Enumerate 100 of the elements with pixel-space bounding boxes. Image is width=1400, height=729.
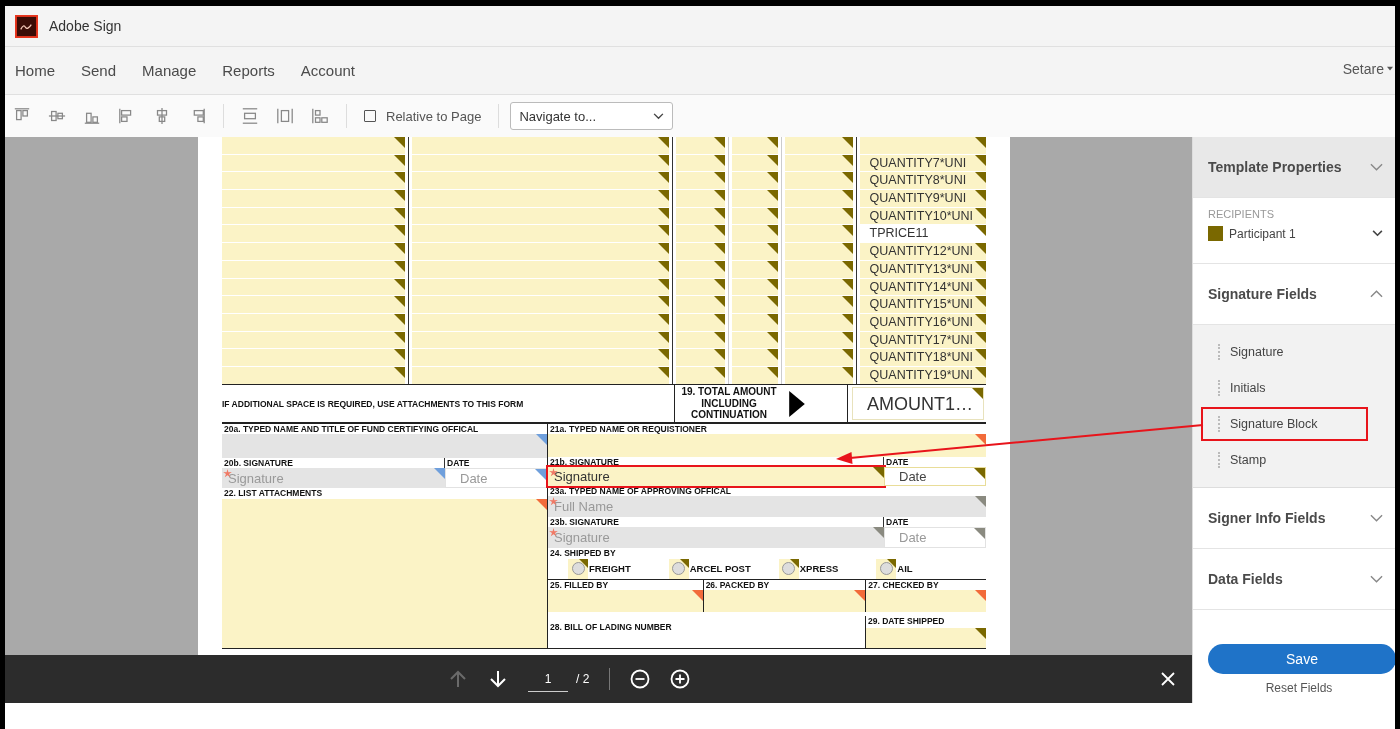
price-field[interactable]: QUANTITY19*UNI bbox=[859, 366, 986, 384]
form-field[interactable] bbox=[412, 137, 669, 154]
form-field[interactable] bbox=[412, 331, 669, 349]
nav-link[interactable]: Home bbox=[15, 62, 55, 79]
form-field[interactable] bbox=[222, 225, 406, 243]
form-field[interactable] bbox=[785, 243, 853, 260]
form-field[interactable] bbox=[222, 366, 406, 384]
form-field[interactable] bbox=[785, 331, 853, 349]
form-field[interactable] bbox=[222, 313, 406, 331]
form-field[interactable] bbox=[785, 260, 853, 278]
form-field[interactable] bbox=[785, 154, 853, 172]
field-type-item[interactable]: Stamp bbox=[1203, 445, 1366, 475]
nav-link[interactable]: Reports bbox=[222, 62, 275, 79]
form-field[interactable] bbox=[731, 190, 778, 207]
distribute-icon[interactable] bbox=[241, 107, 259, 125]
price-field[interactable]: QUANTITY18*UNI bbox=[859, 349, 986, 366]
form-field[interactable] bbox=[675, 313, 725, 331]
form-field[interactable] bbox=[731, 243, 778, 260]
form-field[interactable] bbox=[675, 190, 725, 207]
shipping-radio[interactable]: XPRESS bbox=[778, 558, 839, 579]
form-field[interactable] bbox=[412, 225, 669, 243]
form-field[interactable] bbox=[675, 172, 725, 190]
save-button[interactable]: Save bbox=[1208, 644, 1395, 674]
field-type-item[interactable]: Signature Block bbox=[1203, 409, 1366, 439]
form-field[interactable] bbox=[412, 172, 669, 190]
input-field[interactable] bbox=[548, 434, 986, 457]
reset-fields-link[interactable]: Reset Fields bbox=[1203, 681, 1395, 695]
form-field[interactable] bbox=[222, 296, 406, 313]
form-field[interactable] bbox=[222, 190, 406, 207]
form-field[interactable] bbox=[222, 172, 406, 190]
form-field[interactable] bbox=[785, 207, 853, 225]
form-field[interactable] bbox=[675, 331, 725, 349]
input-field[interactable] bbox=[866, 628, 986, 648]
section-header[interactable]: Data Fields bbox=[1193, 549, 1395, 610]
distribute-icon[interactable] bbox=[276, 107, 294, 125]
shipping-radio[interactable]: FREIGHT bbox=[568, 558, 631, 579]
form-field[interactable] bbox=[785, 137, 853, 154]
price-field[interactable]: QUANTITY8*UNI bbox=[859, 172, 986, 190]
form-field[interactable] bbox=[222, 260, 406, 278]
zoom-in-icon[interactable] bbox=[670, 669, 691, 689]
price-field[interactable]: QUANTITY10*UNI bbox=[859, 207, 986, 225]
form-field[interactable] bbox=[785, 313, 853, 331]
section-header[interactable]: Template Properties bbox=[1193, 137, 1395, 198]
nav-link[interactable]: Manage bbox=[142, 62, 197, 79]
form-field[interactable] bbox=[731, 225, 778, 243]
input-field[interactable]: Signature bbox=[548, 466, 884, 486]
form-field[interactable] bbox=[222, 207, 406, 225]
form-field[interactable] bbox=[412, 278, 669, 296]
amount-field[interactable]: AMOUNT1… bbox=[852, 387, 984, 420]
price-field[interactable]: QUANTITY13*UNI bbox=[859, 260, 986, 278]
form-field[interactable] bbox=[412, 260, 669, 278]
form-field[interactable] bbox=[731, 331, 778, 349]
zoom-out-icon[interactable] bbox=[630, 669, 651, 689]
price-field[interactable]: QUANTITY15*UNI bbox=[859, 296, 986, 313]
form-field[interactable] bbox=[785, 349, 853, 366]
form-field[interactable] bbox=[412, 296, 669, 313]
form-field[interactable] bbox=[222, 331, 406, 349]
user-menu[interactable]: Setare bbox=[1342, 60, 1395, 77]
form-field[interactable] bbox=[859, 137, 986, 154]
distribute-icon[interactable] bbox=[311, 107, 329, 125]
form-field[interactable] bbox=[412, 154, 669, 172]
price-field[interactable]: QUANTITY14*UNI bbox=[859, 278, 986, 296]
form-field[interactable] bbox=[675, 366, 725, 384]
form-field[interactable] bbox=[675, 349, 725, 366]
arrow-down-icon[interactable] bbox=[488, 669, 508, 689]
navigate-dropdown[interactable]: Navigate to... bbox=[510, 102, 674, 130]
form-field[interactable] bbox=[222, 278, 406, 296]
input-field[interactable] bbox=[703, 590, 866, 612]
form-field[interactable] bbox=[731, 296, 778, 313]
form-field[interactable] bbox=[785, 172, 853, 190]
form-field[interactable] bbox=[675, 243, 725, 260]
form-field[interactable] bbox=[412, 207, 669, 225]
form-field[interactable] bbox=[731, 349, 778, 366]
relative-to-page-checkbox[interactable]: Relative to Page bbox=[364, 108, 482, 124]
price-field[interactable]: QUANTITY12*UNI bbox=[859, 243, 986, 260]
form-field[interactable] bbox=[412, 243, 669, 260]
form-field[interactable] bbox=[675, 207, 725, 225]
form-field[interactable] bbox=[785, 278, 853, 296]
form-field[interactable] bbox=[731, 172, 778, 190]
field-type-item[interactable]: Initials bbox=[1203, 373, 1366, 403]
form-field[interactable] bbox=[222, 243, 406, 260]
form-field[interactable] bbox=[675, 225, 725, 243]
input-field[interactable] bbox=[222, 434, 547, 458]
form-field[interactable] bbox=[222, 349, 406, 366]
price-field[interactable]: QUANTITY16*UNI bbox=[859, 313, 986, 331]
form-field[interactable] bbox=[731, 278, 778, 296]
shipping-radio[interactable]: ARCEL POST bbox=[668, 558, 751, 579]
form-field[interactable] bbox=[731, 207, 778, 225]
form-field[interactable] bbox=[412, 349, 669, 366]
price-field[interactable]: QUANTITY17*UNI bbox=[859, 331, 986, 349]
input-field[interactable] bbox=[866, 590, 986, 612]
form-field[interactable] bbox=[731, 137, 778, 154]
form-field[interactable] bbox=[785, 225, 853, 243]
form-field[interactable] bbox=[675, 260, 725, 278]
nav-link[interactable]: Send bbox=[81, 62, 117, 79]
form-field[interactable] bbox=[412, 190, 669, 207]
price-field[interactable]: QUANTITY7*UNI bbox=[859, 154, 986, 172]
form-field[interactable] bbox=[675, 154, 725, 172]
form-field[interactable] bbox=[675, 296, 725, 313]
section-header[interactable]: Signer Info Fields bbox=[1193, 488, 1395, 549]
